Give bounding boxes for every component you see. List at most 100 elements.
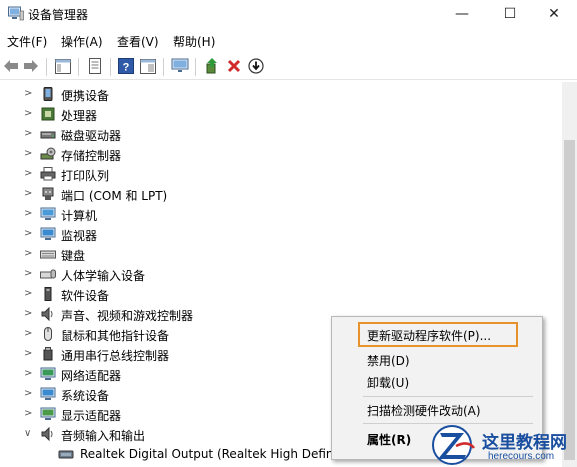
scrollbar-thumb[interactable]	[564, 140, 575, 460]
chevron-right-icon[interactable]: >	[24, 308, 34, 320]
keyboard-icon	[40, 250, 56, 259]
chevron-right-icon[interactable]: >	[24, 208, 34, 220]
menu-separator	[363, 396, 533, 397]
chevron-right-icon[interactable]: >	[24, 168, 34, 180]
chevron-right-icon[interactable]: >	[24, 148, 34, 160]
update-driver-icon	[206, 58, 217, 74]
chevron-right-icon[interactable]: >	[24, 128, 34, 140]
chevron-right-icon[interactable]: >	[24, 88, 34, 100]
watermark: 这里教程网 herecours.com	[430, 424, 577, 467]
mouse-icon	[44, 327, 52, 341]
maximize-button[interactable]: ☐	[487, 0, 533, 28]
chevron-right-icon[interactable]: >	[24, 188, 34, 200]
properties-view-button[interactable]	[86, 57, 104, 75]
window-list-icon	[140, 58, 156, 74]
watermark-url: herecours.com	[488, 451, 555, 462]
install-button[interactable]	[247, 57, 265, 75]
chevron-right-icon[interactable]: >	[24, 228, 34, 240]
back-arrow-icon	[4, 60, 18, 72]
console-tree-icon	[55, 58, 71, 74]
menu-action[interactable]: 操作(A)	[61, 33, 103, 50]
tree-item-label: 键盘	[61, 249, 86, 263]
port-icon	[42, 187, 54, 200]
tree-item-storage-controllers[interactable]: > 存储控制器	[0, 144, 560, 164]
tree-item-label: 声音、视频和游戏控制器	[61, 309, 194, 323]
update-driver-button[interactable]	[203, 57, 221, 75]
display-adapter-icon	[40, 407, 56, 420]
window-title: 设备管理器	[28, 8, 89, 22]
sound-icon	[41, 307, 53, 321]
show-hide-tree-button[interactable]	[54, 57, 72, 75]
tree-item-software-devices[interactable]: > 软件设备	[0, 284, 560, 304]
chevron-right-icon[interactable]: >	[24, 388, 34, 400]
storage-controller-icon	[40, 147, 56, 160]
cpu-icon	[41, 107, 55, 121]
chevron-right-icon[interactable]: >	[24, 288, 34, 300]
red-x-icon	[227, 59, 241, 73]
hid-icon	[40, 269, 56, 279]
tree-item-computer[interactable]: > 计算机	[0, 204, 560, 224]
chevron-down-icon[interactable]: ∨	[24, 428, 34, 440]
portable-device-icon	[43, 87, 53, 101]
chevron-right-icon[interactable]: >	[24, 368, 34, 380]
uninstall-button[interactable]	[225, 57, 243, 75]
menu-disable[interactable]: 禁用(D)	[367, 352, 410, 369]
tree-item-label: 人体学输入设备	[61, 269, 146, 283]
menu-bar: 文件(F) 操作(A) 查看(V) 帮助(H)	[0, 30, 577, 52]
toolbar-separator	[195, 58, 196, 76]
tree-item-label: 网络适配器	[61, 369, 122, 383]
computer-icon	[40, 207, 56, 220]
tree-item-portable-devices[interactable]: > 便携设备	[0, 84, 560, 104]
menu-help[interactable]: 帮助(H)	[173, 33, 215, 50]
audio-icon	[41, 427, 53, 441]
menu-view[interactable]: 查看(V)	[117, 33, 159, 50]
tree-item-print-queues[interactable]: > 打印队列	[0, 164, 560, 184]
close-button[interactable]: ✕	[531, 0, 577, 28]
help-icon: ?	[118, 58, 134, 74]
chevron-right-icon[interactable]: >	[24, 108, 34, 120]
tree-item-label: 端口 (COM 和 LPT)	[61, 189, 168, 203]
watermark-title: 这里教程网	[482, 433, 567, 453]
help-button[interactable]: ?	[117, 57, 135, 75]
tree-item-label: 便携设备	[61, 89, 110, 103]
title-bar: 设备管理器 — ☐ ✕	[0, 0, 577, 28]
menu-scan-hardware[interactable]: 扫描检测硬件改动(A)	[367, 402, 481, 419]
chevron-right-icon[interactable]: >	[24, 268, 34, 280]
system-device-icon	[40, 387, 56, 400]
menu-file[interactable]: 文件(F)	[7, 33, 47, 50]
chevron-right-icon[interactable]: >	[24, 348, 34, 360]
menu-properties[interactable]: 属性(R)	[367, 431, 411, 448]
tree-item-label: 显示适配器	[61, 409, 122, 423]
menu-uninstall[interactable]: 卸载(U)	[367, 374, 409, 391]
tree-item-label: 音频输入和输出	[61, 429, 146, 443]
back-button[interactable]	[2, 57, 20, 75]
chevron-right-icon[interactable]: >	[24, 408, 34, 420]
tree-item-keyboards[interactable]: > 键盘	[0, 244, 560, 264]
tree-item-hid[interactable]: > 人体学输入设备	[0, 264, 560, 284]
device-manager-icon	[8, 6, 24, 21]
tree-item-label: 计算机	[61, 209, 98, 223]
tree-item-label: 软件设备	[61, 289, 110, 303]
download-circle-icon	[248, 58, 264, 74]
forward-button[interactable]	[22, 57, 40, 75]
disk-drive-icon	[40, 131, 56, 139]
software-device-icon	[44, 287, 52, 301]
speaker-device-icon	[58, 450, 74, 459]
monitor-icon	[40, 227, 56, 240]
tree-item-processors[interactable]: > 处理器	[0, 104, 560, 124]
toggle-view-button[interactable]	[139, 57, 157, 75]
chevron-right-icon[interactable]: >	[24, 248, 34, 260]
tree-item-ports[interactable]: > 端口 (COM 和 LPT)	[0, 184, 560, 204]
tree-item-monitors[interactable]: > 监视器	[0, 224, 560, 244]
chevron-right-icon[interactable]: >	[24, 328, 34, 340]
tree-item-label: 存储控制器	[61, 149, 122, 163]
forward-arrow-icon	[24, 60, 38, 72]
menu-update-driver[interactable]: 更新驱动程序软件(P)...	[367, 327, 491, 344]
scan-hardware-button[interactable]	[171, 57, 189, 75]
toolbar: ?	[0, 54, 577, 80]
tree-item-disk-drives[interactable]: > 磁盘驱动器	[0, 124, 560, 144]
tree-item-label: 鼠标和其他指针设备	[61, 329, 170, 343]
scan-monitor-icon	[171, 58, 189, 72]
toolbar-separator	[163, 58, 164, 76]
minimize-button[interactable]: —	[439, 0, 485, 28]
